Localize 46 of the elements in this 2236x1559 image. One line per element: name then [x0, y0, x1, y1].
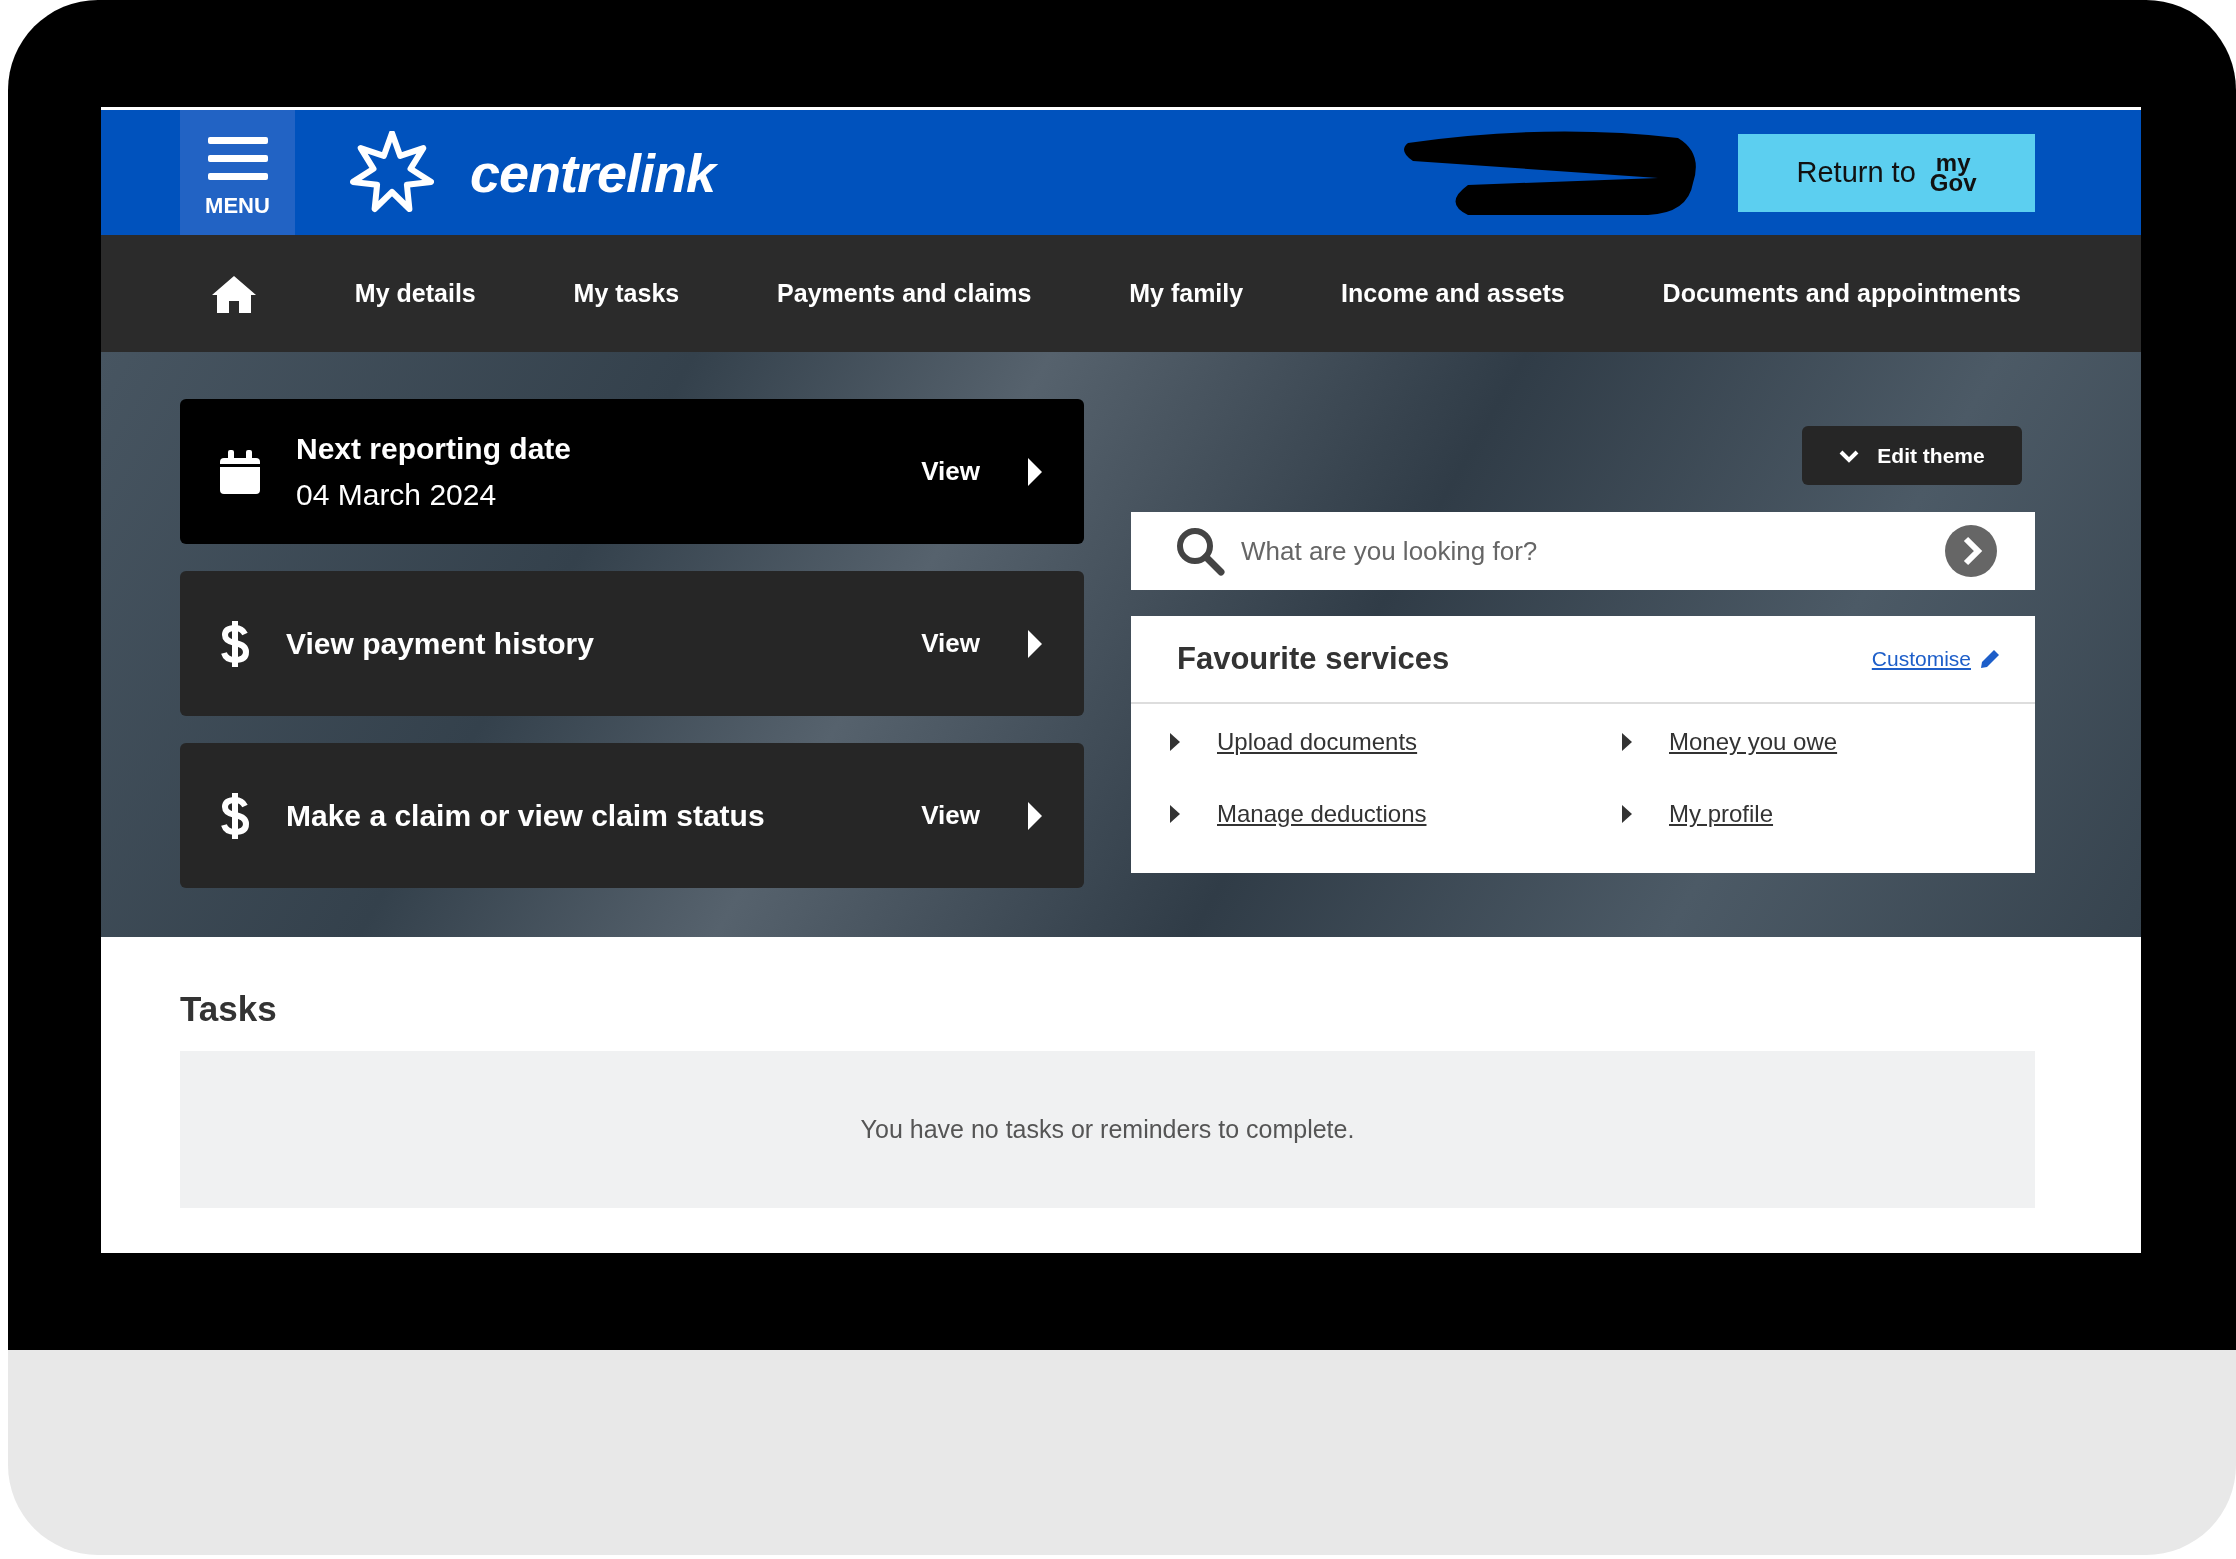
nav-link[interactable]: My details [354, 279, 476, 308]
section-title: Tasks [180, 989, 278, 1029]
view-label: View [921, 628, 980, 659]
brand-name: centrelink [470, 141, 716, 204]
view-label: View [921, 800, 980, 831]
nav-link[interactable]: My tasks [573, 279, 680, 308]
caret-right-icon [1621, 732, 1633, 752]
view-label: View [921, 456, 980, 487]
dollar-icon [220, 791, 250, 840]
favourite-link[interactable]: Manage deductions [1217, 800, 1427, 828]
caret-right-icon [1621, 804, 1633, 824]
empty-message: You have no tasks or reminders to complete. [860, 1115, 1355, 1144]
edit-theme-button[interactable]: Edit theme [1802, 426, 2022, 485]
search-field[interactable]: What are you looking for? [1239, 534, 1931, 568]
panel-title: Favourite services [1177, 641, 1451, 677]
customise-link[interactable]: Customise [1871, 647, 1971, 671]
card-title: Next reporting date [296, 431, 573, 466]
star-logo-icon [350, 130, 434, 215]
favourite-link[interactable]: My profile [1669, 800, 1774, 828]
caret-right-icon [1169, 732, 1181, 752]
menu-icon [207, 136, 268, 181]
pencil-icon [1979, 648, 2001, 670]
caret-right-icon [1026, 455, 1044, 488]
home-icon[interactable] [211, 273, 257, 314]
service-card[interactable]: View payment history View [180, 571, 1084, 716]
card-title: Make a claim or view claim status [286, 798, 766, 833]
chevron-down-icon [1839, 448, 1860, 463]
nav-link[interactable]: Documents and appointments [1662, 279, 2021, 308]
calendar-icon [220, 449, 260, 494]
menu-button[interactable]: MENU [180, 110, 295, 235]
caret-right-icon [1026, 627, 1044, 660]
nav-link[interactable]: Payments and claims [777, 279, 1032, 308]
card-date: 04 March 2024 [296, 477, 498, 512]
dollar-icon [220, 619, 250, 668]
favourite-link[interactable]: Money you owe [1669, 728, 1838, 756]
caret-right-icon [1169, 804, 1181, 824]
search-submit-icon[interactable] [1945, 525, 1997, 577]
search-icon [1175, 526, 1225, 576]
service-card[interactable]: Make a claim or view claim status View [180, 743, 1084, 888]
favourite-link[interactable]: Upload documents [1217, 728, 1418, 756]
search-bar[interactable]: What are you looking for? [1131, 512, 2035, 590]
nav-link[interactable]: Income and assets [1341, 279, 1565, 308]
card-title: View payment history [286, 626, 595, 661]
service-card[interactable]: Next reporting date 04 March 2024 View [180, 399, 1084, 544]
nav-link[interactable]: My family [1129, 279, 1244, 308]
caret-right-icon [1026, 799, 1044, 832]
